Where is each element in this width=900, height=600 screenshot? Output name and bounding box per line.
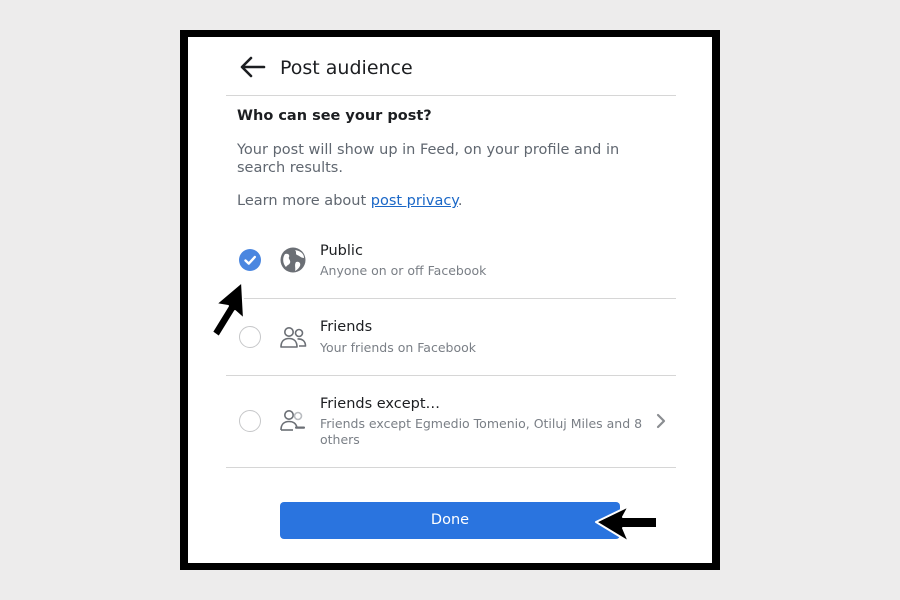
pointer-arrow-icon xyxy=(595,505,658,543)
option-friends[interactable]: Friends Your friends on Facebook xyxy=(226,299,676,375)
learn-more-prefix: Learn more about xyxy=(237,193,371,209)
audience-question: Who can see your post? xyxy=(237,108,432,124)
screenshot-frame: Post audience Who can see your post? You… xyxy=(180,30,720,570)
post-audience-screen: Post audience Who can see your post? You… xyxy=(188,37,712,563)
learn-more-text: Learn more about post privacy. xyxy=(237,193,462,209)
arrow-left-icon[interactable] xyxy=(238,55,266,79)
option-friends-except-label: Friends except… xyxy=(320,396,441,412)
option-public[interactable]: Public Anyone on or off Facebook xyxy=(226,233,676,298)
chevron-right-icon[interactable] xyxy=(654,412,668,430)
checkmark-icon xyxy=(244,255,256,265)
option-friends-subtitle: Your friends on Facebook xyxy=(320,340,476,355)
option-friends-except-subtitle: Friends except Egmedio Tomenio, Otiluj M… xyxy=(320,416,643,447)
friends-except-icon xyxy=(280,410,305,431)
friends-icon xyxy=(280,327,307,348)
radio-public-selected[interactable] xyxy=(239,249,261,271)
option-public-subtitle: Anyone on or off Facebook xyxy=(320,263,487,278)
post-privacy-link[interactable]: post privacy xyxy=(371,193,458,209)
globe-icon xyxy=(280,247,306,273)
audience-description: Your post will show up in Feed, on your … xyxy=(237,142,620,176)
option-friends-except[interactable]: Friends except… Friends except Egmedio T… xyxy=(226,376,676,467)
option-friends-label: Friends xyxy=(320,319,373,335)
pointer-arrow-icon xyxy=(211,281,245,338)
page-title: Post audience xyxy=(280,57,413,79)
learn-more-suffix: . xyxy=(457,193,463,209)
option-public-label: Public xyxy=(320,243,363,259)
done-button[interactable]: Done xyxy=(280,502,620,539)
option-divider-3 xyxy=(226,467,676,468)
radio-friends-except[interactable] xyxy=(239,410,261,432)
header-divider xyxy=(226,95,676,96)
